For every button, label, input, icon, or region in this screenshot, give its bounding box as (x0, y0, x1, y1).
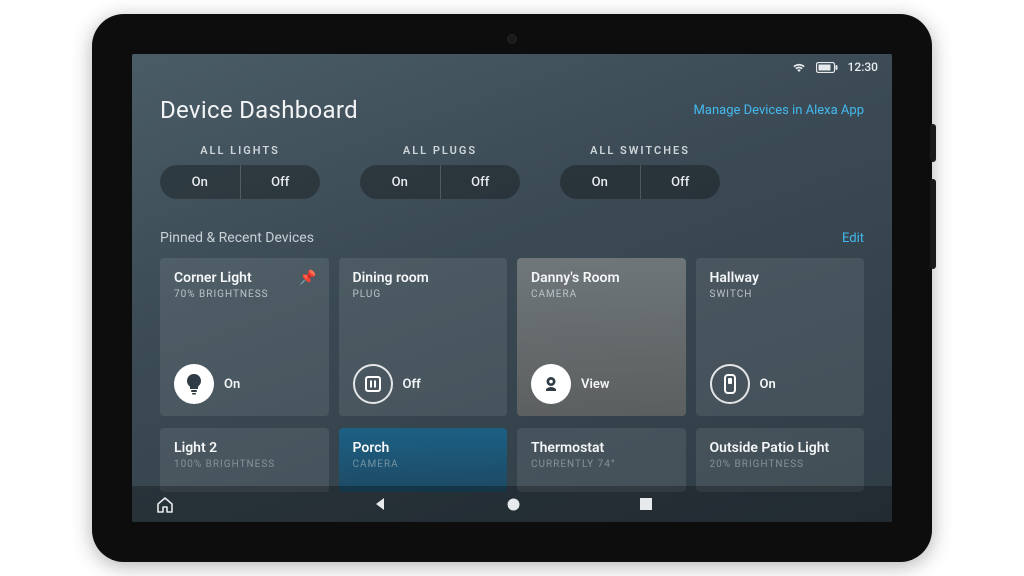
edit-link[interactable]: Edit (842, 231, 864, 246)
plugs-on-button[interactable]: On (360, 165, 441, 199)
switches-on-button[interactable]: On (560, 165, 641, 199)
switch-icon[interactable] (710, 364, 750, 404)
lights-on-button[interactable]: On (160, 165, 241, 199)
nav-recents-button[interactable] (640, 498, 652, 510)
pin-icon: 📌 (299, 270, 316, 286)
screen: 12:30 Device Dashboard Manage Devices in… (132, 54, 892, 522)
status-bar: 12:30 (792, 60, 878, 74)
home-icon[interactable] (156, 496, 174, 514)
card-title: Dining room (353, 270, 494, 286)
card-action-label: On (224, 377, 240, 392)
card-hallway[interactable]: Hallway SWITCH On (696, 258, 865, 416)
segmented-lights[interactable]: On Off (160, 165, 320, 199)
nav-home-button[interactable] (507, 498, 520, 511)
bulb-icon[interactable] (174, 364, 214, 404)
device-cards-row-1: 📌 Corner Light 70% BRIGHTNESS On Dining … (160, 258, 864, 416)
group-all-plugs: ALL PLUGS On Off (360, 144, 520, 199)
card-title: Danny's Room (531, 270, 672, 286)
card-subtitle: PLUG (353, 289, 494, 300)
group-all-lights: ALL LIGHTS On Off (160, 144, 320, 199)
card-title: Light 2 (174, 440, 315, 456)
nav-back-button[interactable] (373, 497, 387, 511)
card-dining-room[interactable]: Dining room PLUG Off (339, 258, 508, 416)
card-dannys-room[interactable]: Danny's Room CAMERA View (517, 258, 686, 416)
quick-groups: ALL LIGHTS On Off ALL PLUGS On Off ALL S… (160, 144, 720, 199)
system-nav-bar (132, 486, 892, 522)
group-label: ALL SWITCHES (560, 144, 720, 157)
card-subtitle: 20% BRIGHTNESS (710, 459, 851, 470)
camera-icon[interactable] (531, 364, 571, 404)
card-porch[interactable]: Porch CAMERA (339, 428, 508, 492)
plugs-off-button[interactable]: Off (441, 165, 521, 199)
card-action-label: View (581, 377, 609, 392)
card-thermostat[interactable]: Thermostat CURRENTLY 74° (517, 428, 686, 492)
card-subtitle: 70% BRIGHTNESS (174, 289, 315, 300)
card-outside-patio-light[interactable]: Outside Patio Light 20% BRIGHTNESS (696, 428, 865, 492)
card-subtitle: CAMERA (353, 459, 494, 470)
group-all-switches: ALL SWITCHES On Off (560, 144, 720, 199)
group-label: ALL LIGHTS (160, 144, 320, 157)
volume-rocker[interactable] (930, 179, 936, 269)
group-label: ALL PLUGS (360, 144, 520, 157)
card-title: Porch (353, 440, 494, 456)
card-subtitle: SWITCH (710, 289, 851, 300)
manage-devices-link[interactable]: Manage Devices in Alexa App (694, 103, 864, 118)
page-title: Device Dashboard (160, 96, 358, 124)
wifi-icon (792, 61, 806, 73)
card-corner-light[interactable]: 📌 Corner Light 70% BRIGHTNESS On (160, 258, 329, 416)
card-subtitle: 100% BRIGHTNESS (174, 459, 315, 470)
card-subtitle: CURRENTLY 74° (531, 459, 672, 470)
segmented-plugs[interactable]: On Off (360, 165, 520, 199)
card-light-2[interactable]: Light 2 100% BRIGHTNESS (160, 428, 329, 492)
pinned-section-title: Pinned & Recent Devices (160, 230, 314, 246)
card-title: Thermostat (531, 440, 672, 456)
card-title: Corner Light (174, 270, 315, 286)
card-action-label: Off (403, 377, 421, 392)
card-title: Outside Patio Light (710, 440, 851, 456)
card-action-label: On (760, 377, 776, 392)
device-cards-row-2: Light 2 100% BRIGHTNESS Porch CAMERA The… (160, 428, 864, 492)
card-title: Hallway (710, 270, 851, 286)
clock: 12:30 (848, 60, 878, 74)
segmented-switches[interactable]: On Off (560, 165, 720, 199)
front-camera (507, 34, 517, 44)
lights-off-button[interactable]: Off (241, 165, 321, 199)
switches-off-button[interactable]: Off (641, 165, 721, 199)
card-subtitle: CAMERA (531, 289, 672, 300)
power-button[interactable] (930, 124, 936, 162)
plug-icon[interactable] (353, 364, 393, 404)
battery-icon (816, 62, 838, 73)
tablet-frame: 12:30 Device Dashboard Manage Devices in… (92, 14, 932, 562)
